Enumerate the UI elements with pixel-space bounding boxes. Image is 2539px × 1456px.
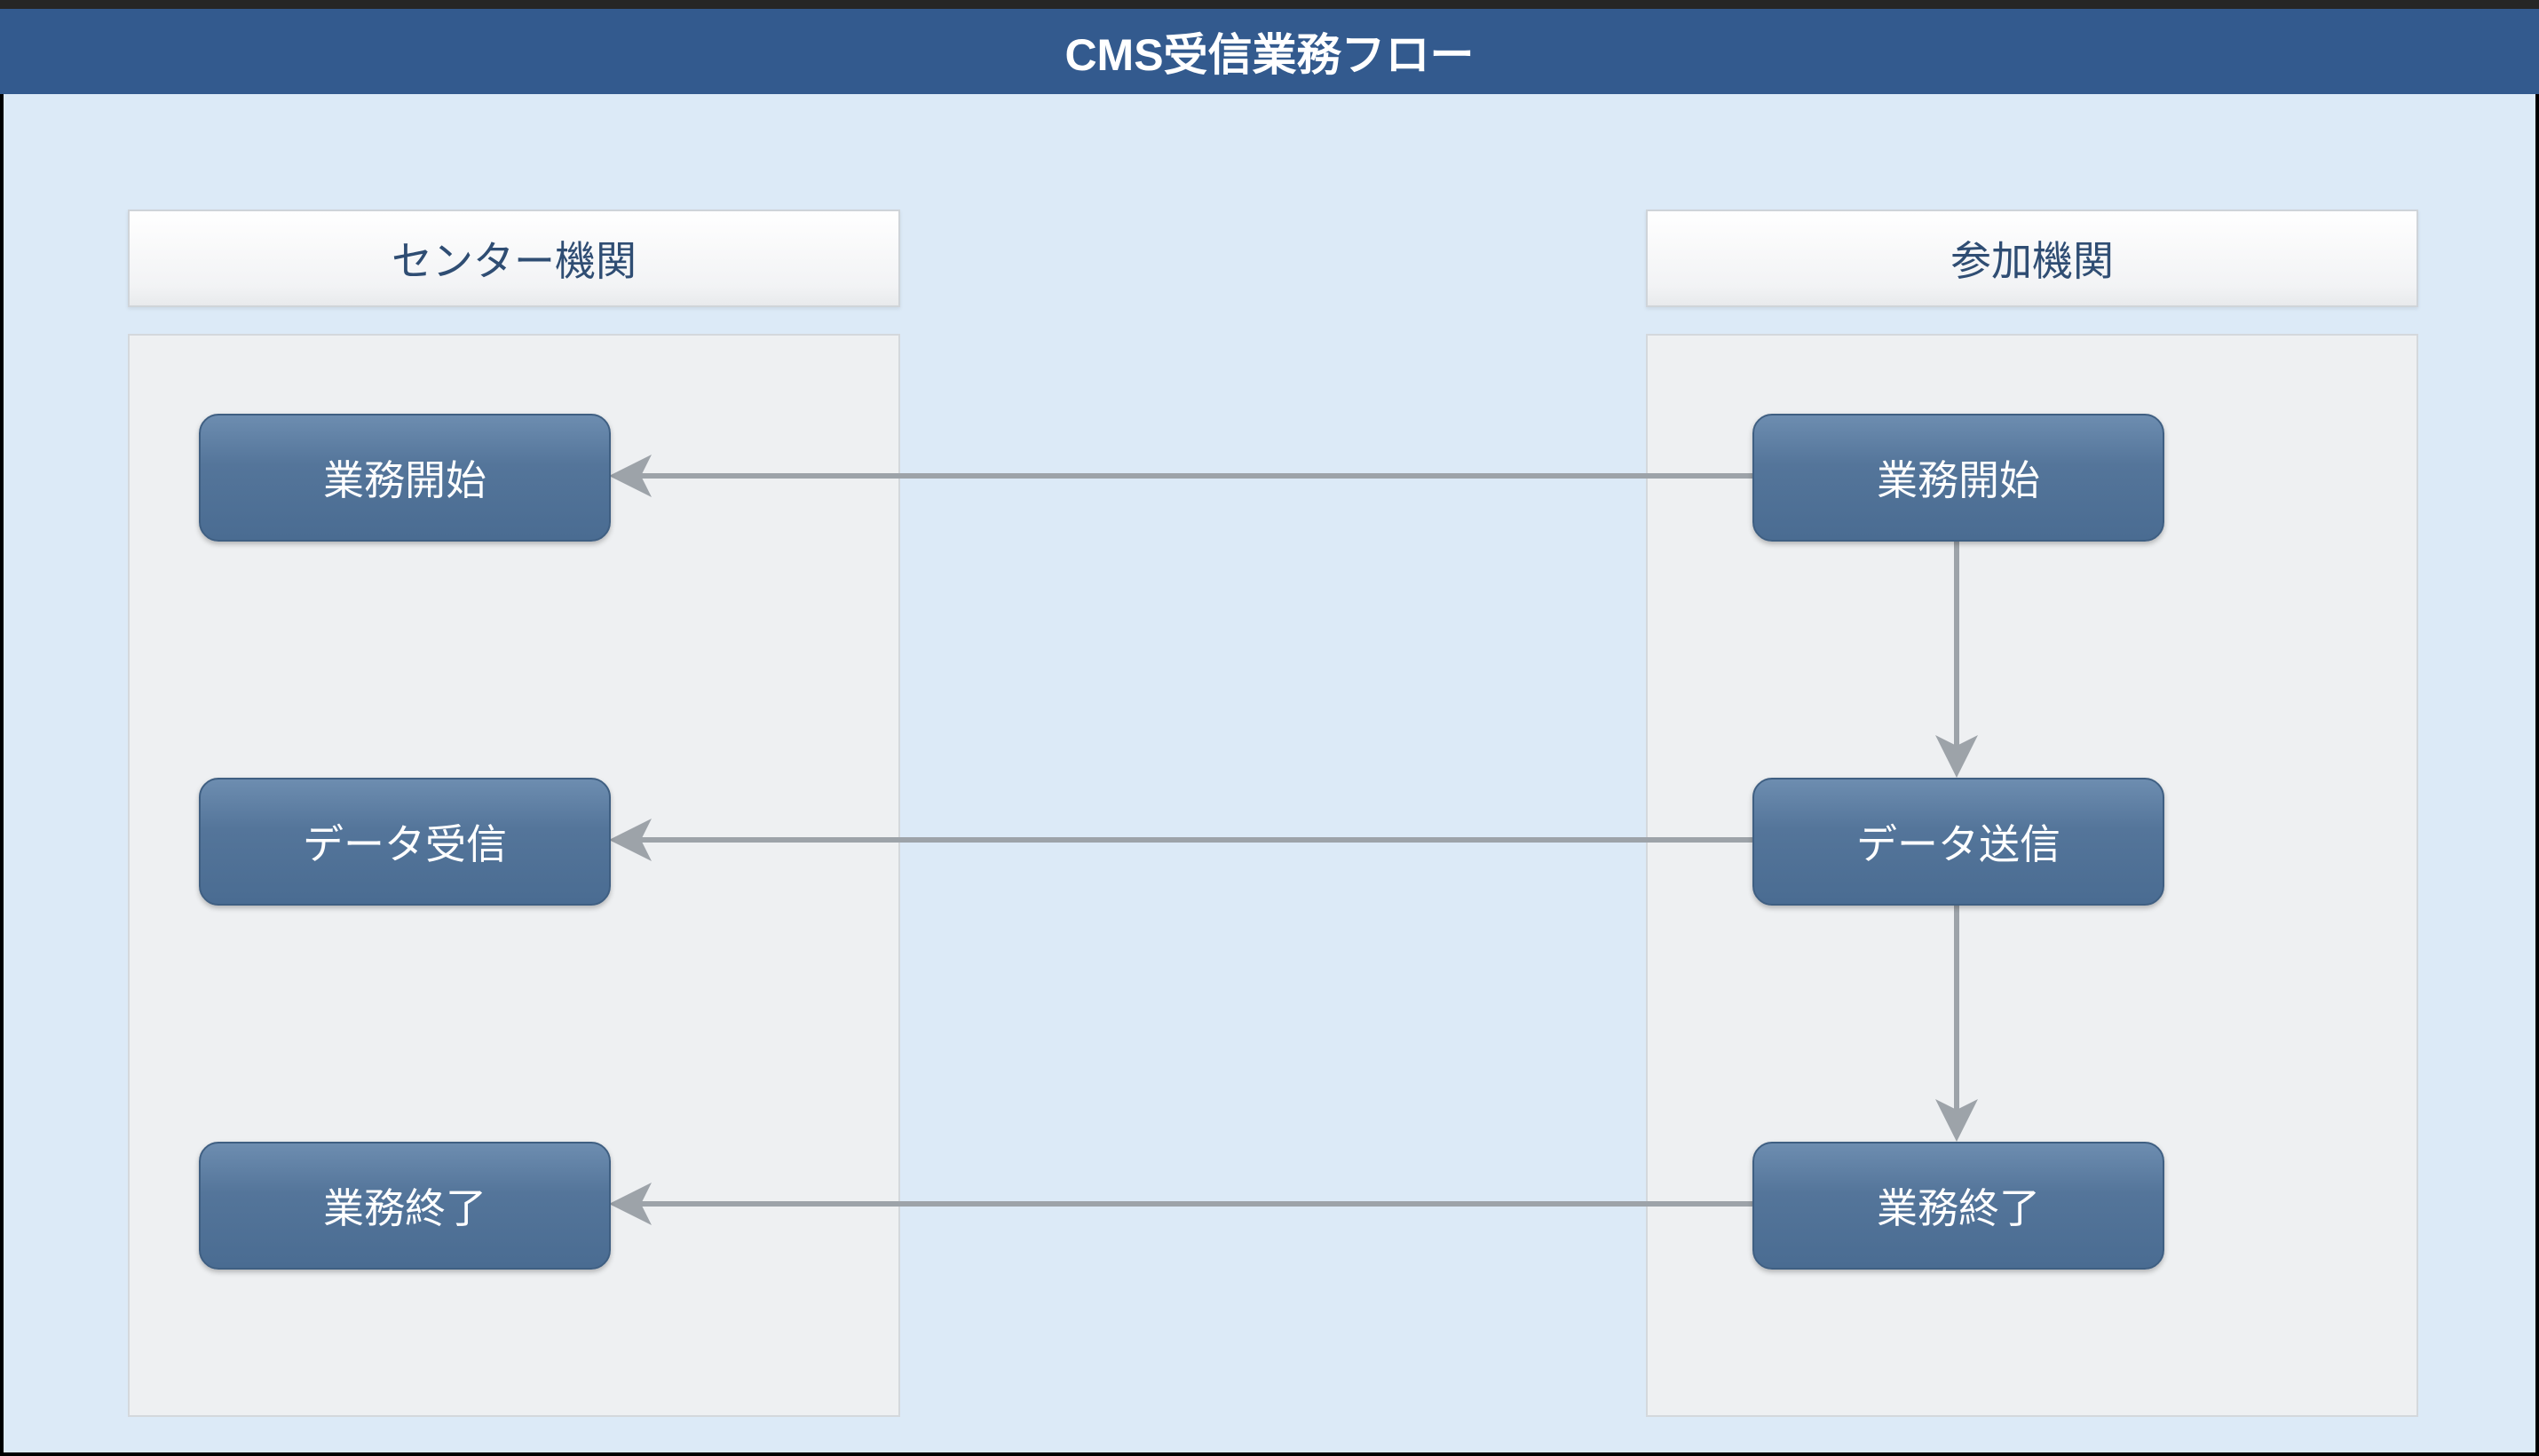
node-participant-start: 業務開始 [1752, 414, 2164, 542]
node-participant-start-label: 業務開始 [1877, 448, 2040, 507]
top-black-bar [0, 0, 2539, 9]
node-center-receive: データ受信 [199, 778, 611, 906]
node-center-start-label: 業務開始 [323, 448, 486, 507]
lane-participant-label: 参加機関 [1950, 229, 2114, 288]
diagram-canvas: センター機関 参加機関 業務開始 データ受信 [0, 94, 2539, 1456]
node-center-end: 業務終了 [199, 1142, 611, 1270]
node-participant-end: 業務終了 [1752, 1142, 2164, 1270]
node-participant-end-label: 業務終了 [1877, 1176, 2040, 1235]
node-center-receive-label: データ受信 [303, 812, 507, 871]
lane-participant-header: 参加機関 [1646, 210, 2418, 307]
diagram-page: CMS受信業務フロー センター機関 参加機関 [0, 0, 2539, 1456]
node-participant-send-label: データ送信 [1856, 812, 2060, 871]
node-participant-send: データ送信 [1752, 778, 2164, 906]
node-center-end-label: 業務終了 [323, 1176, 486, 1235]
node-center-start: 業務開始 [199, 414, 611, 542]
title-text: CMS受信業務フロー [1064, 20, 1474, 83]
lane-center-label: センター機関 [392, 229, 637, 288]
title-bar: CMS受信業務フロー [0, 9, 2539, 94]
lane-center-header: センター機関 [128, 210, 900, 307]
